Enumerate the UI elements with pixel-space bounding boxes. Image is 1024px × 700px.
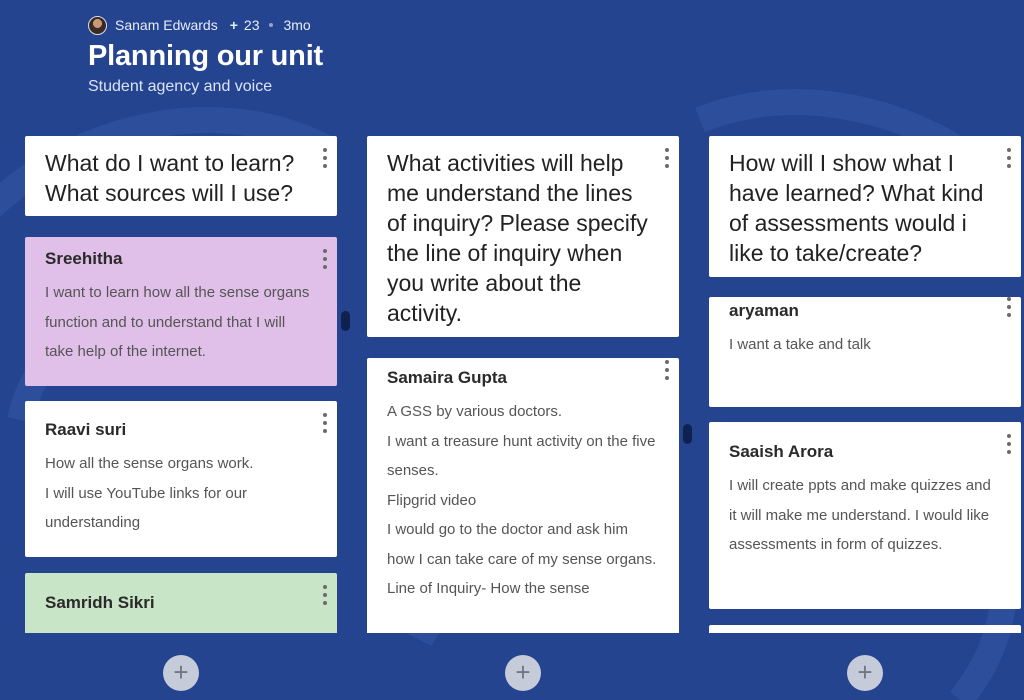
post-author: Sreehitha [45,249,123,268]
add-post-button[interactable]: + [847,655,883,691]
column-resize-handle[interactable] [683,424,692,444]
column-2: What activities will help me understand … [367,136,679,633]
column-1: What do I want to learn? What sources wi… [25,136,337,633]
more-vert-icon[interactable] [321,249,329,269]
separator-dot [269,23,274,27]
post-body: A GSS by various doctors. I want a treas… [387,403,657,597]
post-author: Samaira Gupta [387,368,507,387]
post-author: Raavi suri [45,420,127,439]
more-vert-icon[interactable] [1005,148,1013,168]
more-vert-icon[interactable] [321,413,329,433]
board-meta: Sanam Edwards + 23 3mo [88,14,323,36]
post-card[interactable]: Samaira Gupta A GSS by various doctors. … [367,358,679,633]
post-author: Saaish Arora [729,442,834,461]
more-vert-icon[interactable] [663,148,671,168]
post-card[interactable]: Saaish Arora I will create ppts and make… [709,422,1021,609]
add-post-button[interactable]: + [505,655,541,691]
section-title: What do I want to learn? What sources wi… [45,150,295,206]
section-header[interactable]: What do I want to learn? What sources wi… [25,136,337,216]
section-title: What activities will help me understand … [387,150,648,326]
post-body: How all the sense organs work. I will us… [45,455,254,531]
post-card[interactable]: Samridh Sikri [25,573,337,633]
plus-icon: + [229,17,238,33]
post-body: I want a take and talk [729,336,871,353]
add-post-button[interactable]: + [163,655,199,691]
board-age: 3mo [283,17,311,33]
more-vert-icon[interactable] [321,148,329,168]
section-header[interactable]: How will I show what I have learned? Wha… [709,136,1021,277]
post-author: Samridh Sikri [45,593,155,612]
author-name[interactable]: Sanam Edwards [115,17,218,33]
more-vert-icon[interactable] [663,360,671,380]
section-header[interactable]: What activities will help me understand … [367,136,679,337]
more-vert-icon[interactable] [1005,297,1013,317]
post-body: I will create ppts and make quizzes and … [729,477,991,553]
post-body: I want to learn how all the sense organs… [45,284,310,360]
post-card[interactable]: Raavi suri How all the sense organs work… [25,401,337,557]
more-vert-icon[interactable] [1005,434,1013,454]
column-3: How will I show what I have learned? Wha… [709,136,1021,633]
contributor-count[interactable]: 23 [244,17,260,33]
post-card[interactable]: aryaman I want a take and talk [709,297,1021,407]
board-subtitle: Student agency and voice [88,78,273,95]
board-title: Planning our unit [88,40,324,72]
page-header: Sanam Edwards + 23 3mo Planning our unit… [88,14,323,96]
column-resize-handle[interactable] [341,311,350,331]
author-avatar[interactable] [88,15,107,35]
section-title: How will I show what I have learned? Wha… [729,150,984,266]
more-vert-icon[interactable] [321,585,329,605]
post-card[interactable] [709,625,1021,633]
post-card[interactable]: Sreehitha I want to learn how all the se… [25,237,337,386]
post-author: aryaman [729,301,799,320]
